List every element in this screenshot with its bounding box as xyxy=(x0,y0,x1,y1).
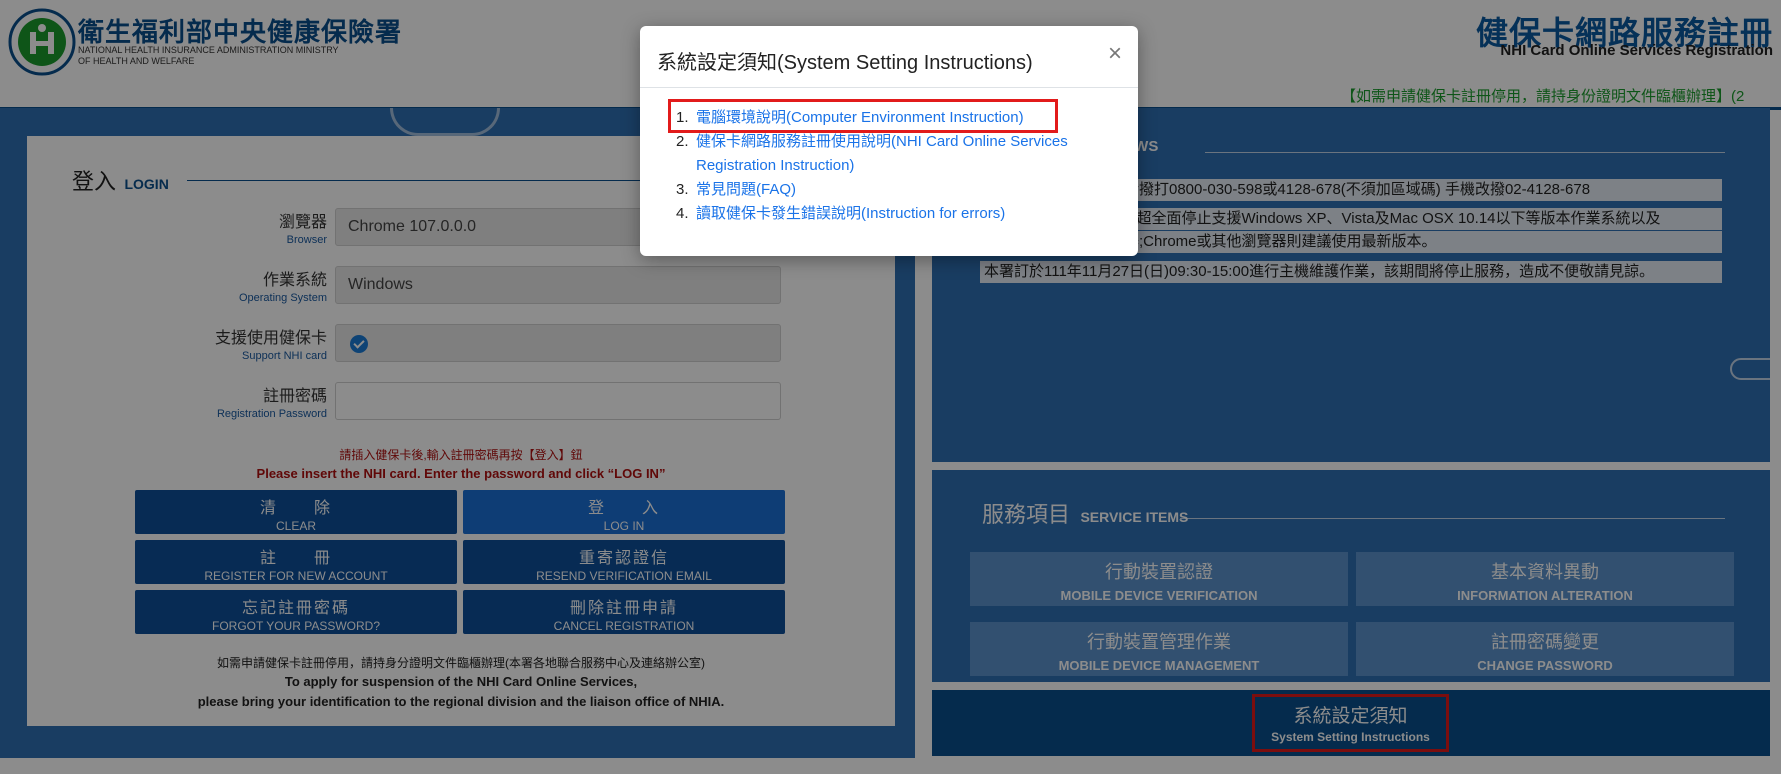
highlight-box xyxy=(668,99,1058,133)
modal-header: 系統設定須知(System Setting Instructions) × xyxy=(640,26,1138,88)
list-number: 2. xyxy=(676,133,689,150)
list-text: 健保卡網路服務註冊使用說明(NHI Card Online Services R… xyxy=(696,133,1068,174)
list-text: 讀取健保卡發生錯誤說明(Instruction for errors) xyxy=(696,205,1006,222)
modal-title: 系統設定須知(System Setting Instructions) xyxy=(657,52,1033,74)
instruction-link-registration[interactable]: 2. 健保卡網路服務註冊使用說明(NHI Card Online Service… xyxy=(676,130,1116,178)
close-icon[interactable]: × xyxy=(1108,42,1122,66)
list-text: 常見問題(FAQ) xyxy=(696,181,796,198)
instruction-link-errors[interactable]: 4. 讀取健保卡發生錯誤說明(Instruction for errors) xyxy=(676,202,1116,226)
list-number: 3. xyxy=(676,181,689,198)
instruction-link-faq[interactable]: 3. 常見問題(FAQ) xyxy=(676,178,1116,202)
system-settings-modal: 系統設定須知(System Setting Instructions) × 1.… xyxy=(640,26,1138,256)
list-number: 4. xyxy=(676,205,689,222)
